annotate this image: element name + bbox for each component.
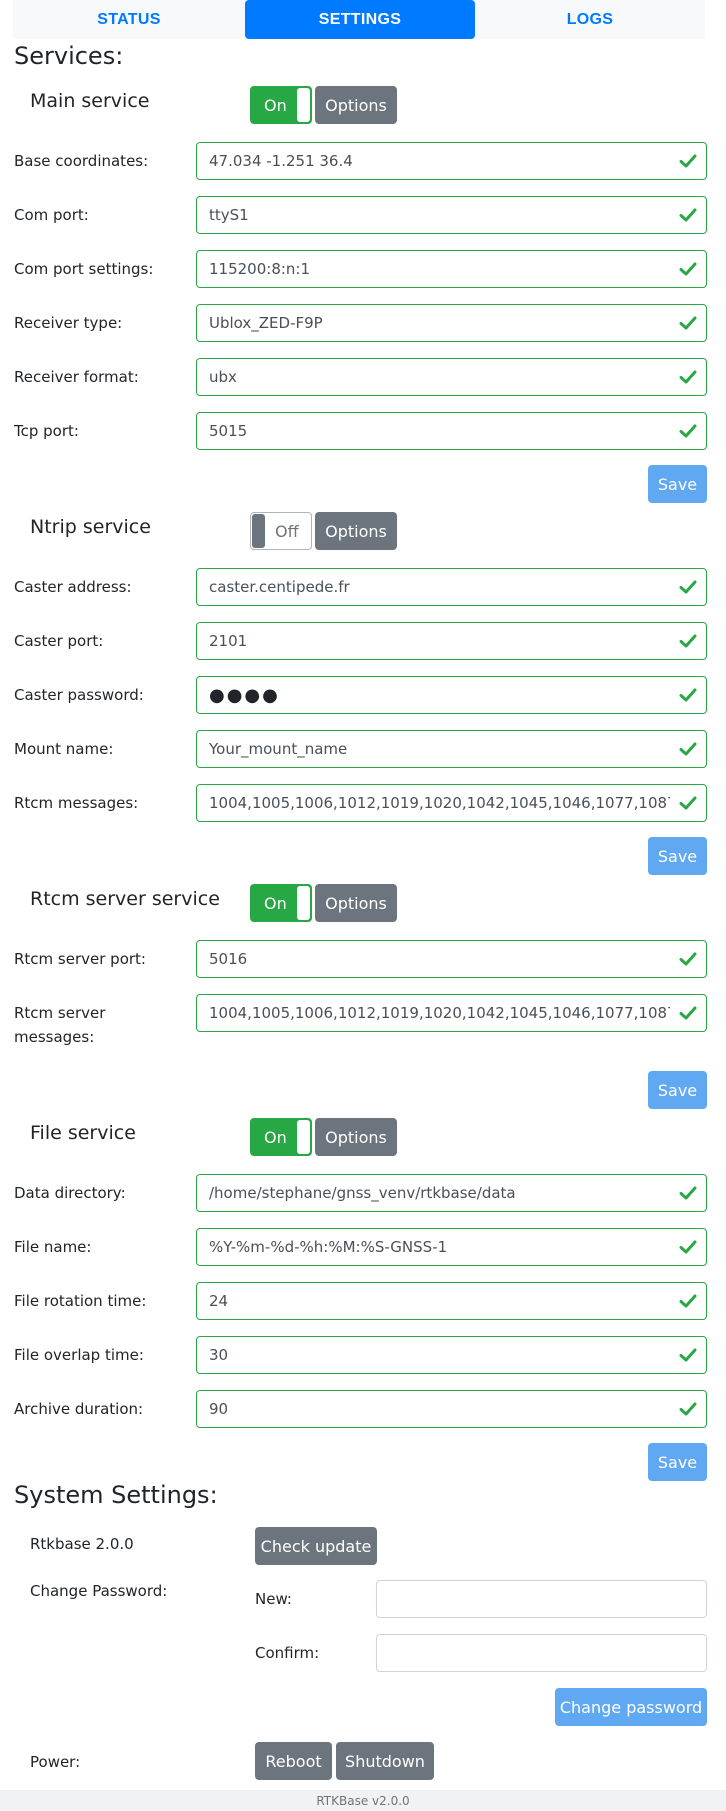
data-directory-label: Data directory: <box>14 1184 126 1202</box>
receiver-format-input[interactable]: ubx <box>196 358 707 396</box>
check-icon <box>679 1186 697 1200</box>
check-icon <box>679 1348 697 1362</box>
rtkbase-version-label: Rtkbase 2.0.0 <box>30 1535 134 1553</box>
toggle-label: Off <box>275 521 299 541</box>
check-icon <box>679 154 697 168</box>
receiver-format-label: Receiver format: <box>14 368 139 386</box>
ntrip-service-title: Ntrip service <box>30 516 151 538</box>
check-icon <box>679 796 697 810</box>
file-rotation-time-label: File rotation time: <box>14 1292 147 1310</box>
mount-name-label: Mount name: <box>14 740 114 758</box>
toggle-label: On <box>264 893 287 913</box>
file-service-toggle[interactable]: On <box>250 1118 312 1156</box>
check-icon <box>679 580 697 594</box>
new-password-input[interactable] <box>376 1580 707 1618</box>
main-service-options-button[interactable]: Options <box>315 86 397 124</box>
reboot-button[interactable]: Reboot <box>255 1742 332 1780</box>
caster-password-input[interactable]: ●●●● <box>196 676 707 714</box>
change-password-button[interactable]: Change password <box>555 1688 707 1726</box>
com-port-label: Com port: <box>14 206 89 224</box>
rtcm-service-toggle[interactable]: On <box>250 884 312 922</box>
caster-port-input[interactable]: 2101 <box>196 622 707 660</box>
ntrip-service-save-button[interactable]: Save <box>648 837 707 875</box>
rtcm-service-save-button[interactable]: Save <box>648 1071 707 1109</box>
check-icon <box>679 634 697 648</box>
power-label: Power: <box>30 1753 81 1771</box>
main-service-toggle[interactable]: On <box>250 86 312 124</box>
rtcm-server-messages-input[interactable]: 1004,1005,1006,1012,1019,1020,1042,1045,… <box>196 994 707 1032</box>
check-icon <box>679 370 697 384</box>
footer-version: RTKBase v2.0.0 <box>0 1790 726 1811</box>
check-update-button[interactable]: Check update <box>255 1527 377 1565</box>
caster-address-label: Caster address: <box>14 578 132 596</box>
check-icon <box>679 1240 697 1254</box>
tcp-port-input[interactable]: 5015 <box>196 412 707 450</box>
check-icon <box>679 952 697 966</box>
archive-duration-input[interactable]: 90 <box>196 1390 707 1428</box>
toggle-label: On <box>264 95 287 115</box>
rtcm-messages-input[interactable]: 1004,1005,1006,1012,1019,1020,1042,1045,… <box>196 784 707 822</box>
check-icon <box>679 688 697 702</box>
data-directory-input[interactable]: /home/stephane/gnss_venv/rtkbase/data <box>196 1174 707 1212</box>
nav-tabs: STATUS SETTINGS LOGS <box>13 0 705 39</box>
check-icon <box>679 1402 697 1416</box>
caster-port-label: Caster port: <box>14 632 104 650</box>
check-icon <box>679 262 697 276</box>
tcp-port-label: Tcp port: <box>14 422 79 440</box>
mount-name-input[interactable]: Your_mount_name <box>196 730 707 768</box>
rtcm-messages-label: Rtcm messages: <box>14 794 139 812</box>
confirm-password-label: Confirm: <box>255 1644 320 1662</box>
file-service-save-button[interactable]: Save <box>648 1443 707 1481</box>
services-heading: Services: <box>14 42 124 70</box>
toggle-label: On <box>264 1127 287 1147</box>
com-port-input[interactable]: ttyS1 <box>196 196 707 234</box>
rtcm-server-port-input[interactable]: 5016 <box>196 940 707 978</box>
system-settings-heading: System Settings: <box>14 1481 218 1509</box>
tab-settings[interactable]: SETTINGS <box>245 0 475 39</box>
file-overlap-time-input[interactable]: 30 <box>196 1336 707 1374</box>
toggle-knob <box>252 514 265 548</box>
archive-duration-label: Archive duration: <box>14 1400 144 1418</box>
rtcm-server-port-label: Rtcm server port: <box>14 950 146 968</box>
file-rotation-time-input[interactable]: 24 <box>196 1282 707 1320</box>
rtcm-server-messages-label: Rtcm server messages: <box>14 1004 106 1046</box>
file-name-label: File name: <box>14 1238 92 1256</box>
file-overlap-time-label: File overlap time: <box>14 1346 144 1364</box>
shutdown-button[interactable]: Shutdown <box>336 1742 434 1780</box>
file-service-options-button[interactable]: Options <box>315 1118 397 1156</box>
com-port-settings-label: Com port settings: <box>14 260 154 278</box>
check-icon <box>679 208 697 222</box>
rtcm-service-options-button[interactable]: Options <box>315 884 397 922</box>
caster-password-label: Caster password: <box>14 686 144 704</box>
check-icon <box>679 1006 697 1020</box>
check-icon <box>679 1294 697 1308</box>
new-password-label: New: <box>255 1590 292 1608</box>
check-icon <box>679 316 697 330</box>
ntrip-service-options-button[interactable]: Options <box>315 512 397 550</box>
caster-address-input[interactable]: caster.centipede.fr <box>196 568 707 606</box>
file-service-title: File service <box>30 1122 136 1144</box>
com-port-settings-input[interactable]: 115200:8:n:1 <box>196 250 707 288</box>
rtcm-service-title: Rtcm server service <box>30 888 220 910</box>
receiver-type-input[interactable]: Ublox_ZED-F9P <box>196 304 707 342</box>
change-password-label: Change Password: <box>30 1582 168 1600</box>
toggle-knob <box>297 88 310 122</box>
check-icon <box>679 742 697 756</box>
check-icon <box>679 424 697 438</box>
receiver-type-label: Receiver type: <box>14 314 123 332</box>
main-service-title: Main service <box>30 90 150 112</box>
base-coordinates-label: Base coordinates: <box>14 152 149 170</box>
base-coordinates-input[interactable]: 47.034 -1.251 36.4 <box>196 142 707 180</box>
toggle-knob <box>297 1120 310 1154</box>
tab-status[interactable]: STATUS <box>13 0 245 39</box>
tab-logs[interactable]: LOGS <box>475 0 705 39</box>
main-service-save-button[interactable]: Save <box>648 465 707 503</box>
confirm-password-input[interactable] <box>376 1634 707 1672</box>
file-name-input[interactable]: %Y-%m-%d-%h:%M:%S-GNSS-1 <box>196 1228 707 1266</box>
toggle-knob <box>297 886 310 920</box>
ntrip-service-toggle[interactable]: Off <box>250 512 312 550</box>
